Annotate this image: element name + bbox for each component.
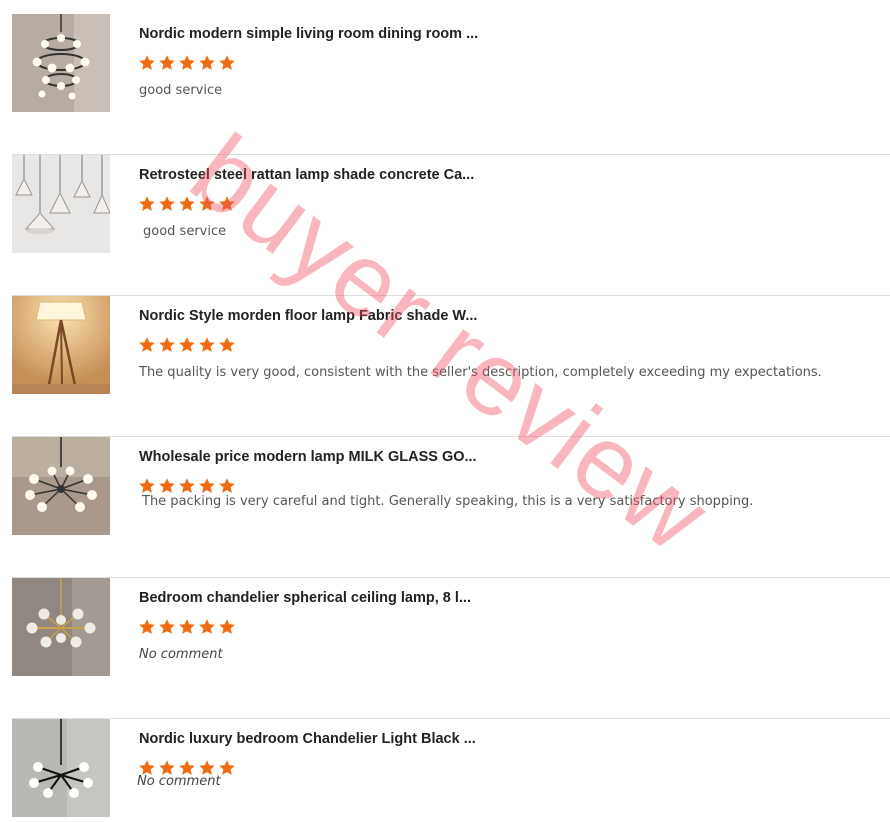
star-icon xyxy=(139,478,155,493)
product-thumbnail[interactable] xyxy=(12,296,110,394)
star-icon xyxy=(219,196,235,211)
review-comment: No comment xyxy=(137,774,221,789)
star-icon xyxy=(139,196,155,211)
review-item: Nordic luxury bedroom Chandelier Light B… xyxy=(12,719,890,822)
review-comment: No comment xyxy=(139,647,223,662)
star-icon xyxy=(159,337,175,352)
star-icon xyxy=(219,337,235,352)
rating-stars xyxy=(138,618,236,638)
review-item: Nordic modern simple living room dining … xyxy=(12,14,890,155)
star-icon xyxy=(139,337,155,352)
star-icon xyxy=(219,478,235,493)
star-icon xyxy=(219,55,235,70)
product-thumbnail[interactable] xyxy=(12,155,110,253)
product-title[interactable]: Nordic modern simple living room dining … xyxy=(139,26,499,42)
star-icon xyxy=(179,337,195,352)
rating-stars xyxy=(138,195,236,215)
product-title[interactable]: Wholesale price modern lamp MILK GLASS G… xyxy=(139,449,499,465)
star-icon xyxy=(159,196,175,211)
product-title[interactable]: Nordic luxury bedroom Chandelier Light B… xyxy=(139,731,499,747)
review-comment: good service xyxy=(143,224,227,239)
review-item: Wholesale price modern lamp MILK GLASS G… xyxy=(12,437,890,578)
rating-stars xyxy=(138,54,236,74)
star-icon xyxy=(199,55,215,70)
product-title[interactable]: Retrosteel steel rattan lamp shade concr… xyxy=(139,167,499,183)
star-icon xyxy=(179,196,195,211)
star-icon xyxy=(219,619,235,634)
review-comment: The quality is very good, consistent wit… xyxy=(139,365,822,380)
star-icon xyxy=(139,55,155,70)
star-icon xyxy=(199,337,215,352)
star-icon xyxy=(199,619,215,634)
rating-stars xyxy=(138,336,236,356)
star-icon xyxy=(139,619,155,634)
product-thumbnail[interactable] xyxy=(12,578,110,676)
product-title[interactable]: Bedroom chandelier spherical ceiling lam… xyxy=(139,590,499,606)
star-icon xyxy=(179,619,195,634)
review-item: Bedroom chandelier spherical ceiling lam… xyxy=(12,578,890,719)
product-title[interactable]: Nordic Style morden floor lamp Fabric sh… xyxy=(139,308,499,324)
review-comment: good service xyxy=(139,83,223,98)
product-thumbnail[interactable] xyxy=(12,437,110,535)
star-icon xyxy=(199,478,215,493)
star-icon xyxy=(179,478,195,493)
review-list: Nordic modern simple living room dining … xyxy=(0,0,890,822)
review-item: Nordic Style morden floor lamp Fabric sh… xyxy=(12,296,890,437)
star-icon xyxy=(159,619,175,634)
product-thumbnail[interactable] xyxy=(12,14,110,112)
product-thumbnail[interactable] xyxy=(12,719,110,817)
review-item: Retrosteel steel rattan lamp shade concr… xyxy=(12,155,890,296)
review-comment: The packing is very careful and tight. G… xyxy=(142,494,754,509)
star-icon xyxy=(159,478,175,493)
star-icon xyxy=(179,55,195,70)
star-icon xyxy=(199,196,215,211)
star-icon xyxy=(159,55,175,70)
